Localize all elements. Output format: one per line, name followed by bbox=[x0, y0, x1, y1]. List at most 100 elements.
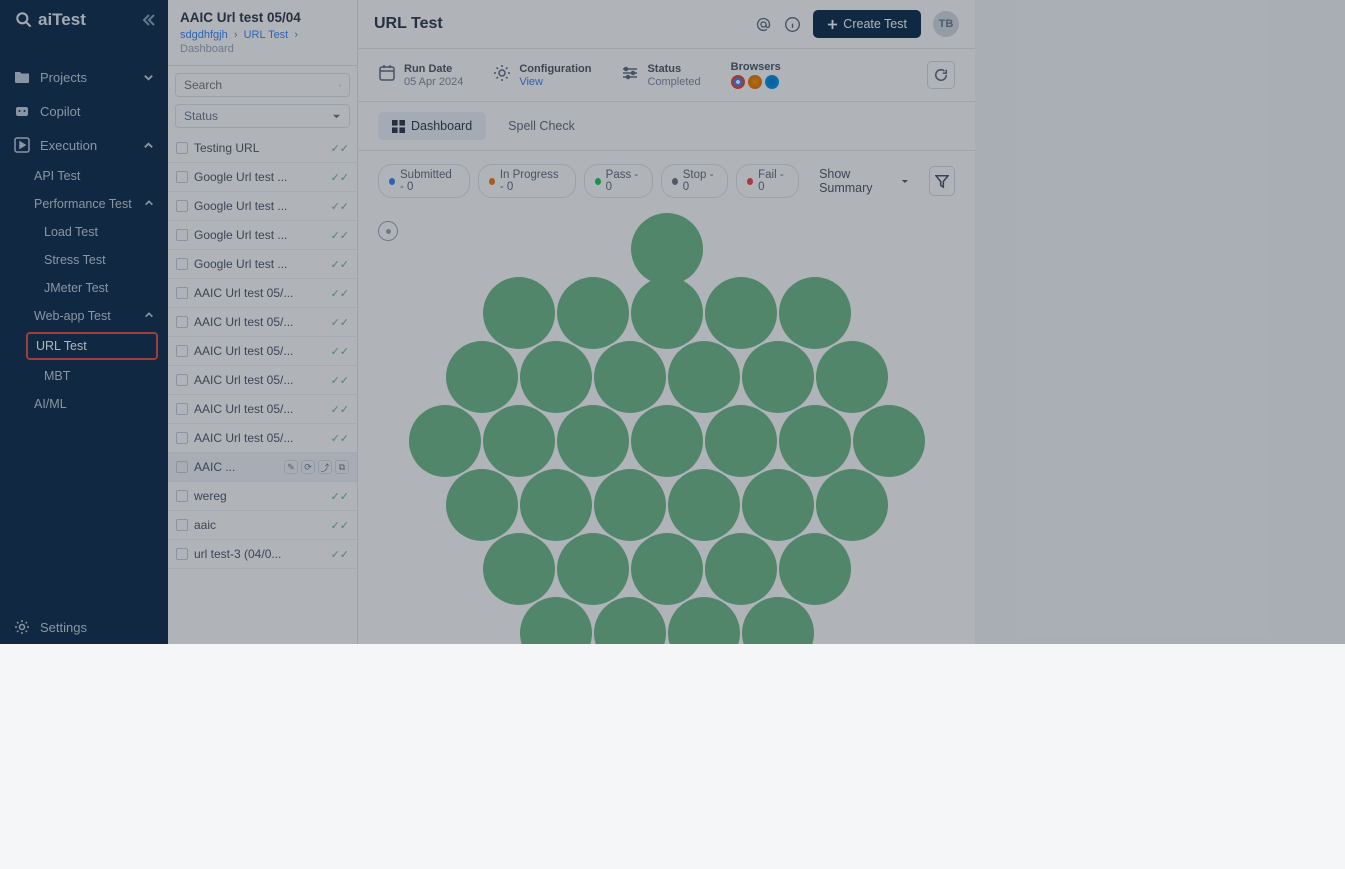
browser-bubble[interactable] bbox=[594, 597, 666, 644]
browser-bubble[interactable] bbox=[446, 469, 518, 541]
browser-bubble[interactable] bbox=[705, 533, 777, 605]
nav-jmeter-test[interactable]: JMeter Test bbox=[0, 274, 168, 302]
tab-dashboard[interactable]: Dashboard bbox=[378, 112, 486, 140]
test-item[interactable]: AAIC Url test 05/...✓✓ bbox=[168, 308, 357, 337]
browser-bubble[interactable] bbox=[779, 277, 851, 349]
browser-bubble[interactable] bbox=[742, 597, 814, 644]
checkbox[interactable] bbox=[176, 548, 188, 560]
crumb-project[interactable]: sdgdhfgjh bbox=[180, 29, 228, 41]
nav-projects[interactable]: Projects bbox=[0, 60, 168, 94]
test-item[interactable]: AAIC Url test 05/...✓✓ bbox=[168, 395, 357, 424]
filter-button[interactable] bbox=[929, 166, 955, 196]
chip-fail[interactable]: Fail - 0 bbox=[736, 164, 799, 198]
browser-bubble[interactable] bbox=[631, 277, 703, 349]
checkbox[interactable] bbox=[176, 229, 188, 241]
test-item[interactable]: AAIC Url test 05/...✓✓ bbox=[168, 337, 357, 366]
tab-spellcheck[interactable]: Spell Check bbox=[494, 112, 589, 140]
edit-icon[interactable]: ✎ bbox=[284, 460, 298, 474]
browser-bubble[interactable] bbox=[668, 341, 740, 413]
browser-bubble[interactable] bbox=[779, 533, 851, 605]
browser-bubble[interactable] bbox=[483, 405, 555, 477]
test-item[interactable]: AAIC Url test 05/...✓✓ bbox=[168, 366, 357, 395]
browser-bubble[interactable] bbox=[631, 213, 703, 285]
checkbox[interactable] bbox=[176, 142, 188, 154]
create-test-button[interactable]: Create Test bbox=[813, 10, 921, 38]
browser-bubble[interactable] bbox=[483, 533, 555, 605]
browser-bubble[interactable] bbox=[705, 405, 777, 477]
nav-settings[interactable]: Settings bbox=[0, 610, 168, 644]
browser-bubble[interactable] bbox=[631, 533, 703, 605]
chip-inprogress[interactable]: In Progress - 0 bbox=[478, 164, 576, 198]
chip-submitted[interactable]: Submitted - 0 bbox=[378, 164, 470, 198]
share-icon[interactable]: ⤴ bbox=[318, 460, 332, 474]
nav-performance-test[interactable]: Performance Test bbox=[0, 190, 168, 218]
browser-bubble[interactable] bbox=[594, 341, 666, 413]
chip-stop[interactable]: Stop - 0 bbox=[661, 164, 728, 198]
checkbox[interactable] bbox=[176, 490, 188, 502]
browser-bubble[interactable] bbox=[779, 405, 851, 477]
test-item[interactable]: url test-3 (04/0...✓✓ bbox=[168, 540, 357, 569]
browser-bubble[interactable] bbox=[742, 341, 814, 413]
browser-bubble[interactable] bbox=[483, 277, 555, 349]
nav-stress-test[interactable]: Stress Test bbox=[0, 246, 168, 274]
test-item[interactable]: Google Url test ...✓✓ bbox=[168, 192, 357, 221]
nav-mbt[interactable]: MBT bbox=[0, 362, 168, 390]
checkbox[interactable] bbox=[176, 316, 188, 328]
nav-aiml[interactable]: AI/ML bbox=[0, 390, 168, 418]
browser-bubble[interactable] bbox=[668, 469, 740, 541]
nav-execution[interactable]: Execution bbox=[0, 128, 168, 162]
browser-bubble[interactable] bbox=[668, 597, 740, 644]
checkbox[interactable] bbox=[176, 403, 188, 415]
browser-bubble[interactable] bbox=[557, 533, 629, 605]
browser-bubble[interactable] bbox=[742, 469, 814, 541]
test-item[interactable]: AAIC ...✎⟳⤴⧉ bbox=[168, 453, 357, 482]
config-view-link[interactable]: View bbox=[519, 76, 591, 88]
browser-bubble[interactable] bbox=[520, 469, 592, 541]
browser-bubble[interactable] bbox=[631, 405, 703, 477]
test-item[interactable]: Testing URL✓✓ bbox=[168, 134, 357, 163]
collapse-sidebar-icon[interactable] bbox=[140, 12, 156, 28]
browser-bubble[interactable] bbox=[557, 405, 629, 477]
test-item[interactable]: Google Url test ...✓✓ bbox=[168, 250, 357, 279]
at-icon[interactable] bbox=[755, 16, 772, 33]
checkbox[interactable] bbox=[176, 461, 188, 473]
nav-url-test-highlighted[interactable]: URL Test bbox=[26, 332, 158, 360]
browser-bubble[interactable] bbox=[520, 341, 592, 413]
test-item[interactable]: aaic✓✓ bbox=[168, 511, 357, 540]
chip-pass[interactable]: Pass - 0 bbox=[584, 164, 653, 198]
nav-webapp-test[interactable]: Web-app Test bbox=[0, 302, 168, 330]
browser-bubble[interactable] bbox=[594, 469, 666, 541]
checkbox[interactable] bbox=[176, 432, 188, 444]
crumb-test[interactable]: URL Test bbox=[244, 29, 289, 41]
rerun-icon[interactable]: ⟳ bbox=[301, 460, 315, 474]
search-input[interactable] bbox=[184, 78, 339, 92]
browser-bubble[interactable] bbox=[520, 597, 592, 644]
browser-bubble[interactable] bbox=[446, 341, 518, 413]
nav-copilot[interactable]: Copilot bbox=[0, 94, 168, 128]
nav-load-test[interactable]: Load Test bbox=[0, 218, 168, 246]
checkbox[interactable] bbox=[176, 171, 188, 183]
browser-bubble[interactable] bbox=[853, 405, 925, 477]
checkbox[interactable] bbox=[176, 287, 188, 299]
browser-bubble[interactable] bbox=[816, 341, 888, 413]
search-box[interactable] bbox=[175, 73, 350, 97]
refresh-button[interactable] bbox=[927, 61, 955, 89]
show-summary-button[interactable]: Show Summary bbox=[807, 161, 921, 201]
browser-bubble[interactable] bbox=[557, 277, 629, 349]
test-item[interactable]: AAIC Url test 05/...✓✓ bbox=[168, 279, 357, 308]
browser-bubble[interactable] bbox=[816, 469, 888, 541]
test-item[interactable]: AAIC Url test 05/...✓✓ bbox=[168, 424, 357, 453]
avatar[interactable]: TB bbox=[933, 11, 959, 37]
test-item[interactable]: wereg✓✓ bbox=[168, 482, 357, 511]
checkbox[interactable] bbox=[176, 200, 188, 212]
checkbox[interactable] bbox=[176, 519, 188, 531]
copy-icon[interactable]: ⧉ bbox=[335, 460, 349, 474]
checkbox[interactable] bbox=[176, 258, 188, 270]
info-icon[interactable] bbox=[784, 16, 801, 33]
nav-api-test[interactable]: API Test bbox=[0, 162, 168, 190]
test-item[interactable]: Google Url test ...✓✓ bbox=[168, 221, 357, 250]
test-item[interactable]: Google Url test ...✓✓ bbox=[168, 163, 357, 192]
status-filter[interactable]: Status bbox=[175, 104, 350, 128]
checkbox[interactable] bbox=[176, 345, 188, 357]
checkbox[interactable] bbox=[176, 374, 188, 386]
